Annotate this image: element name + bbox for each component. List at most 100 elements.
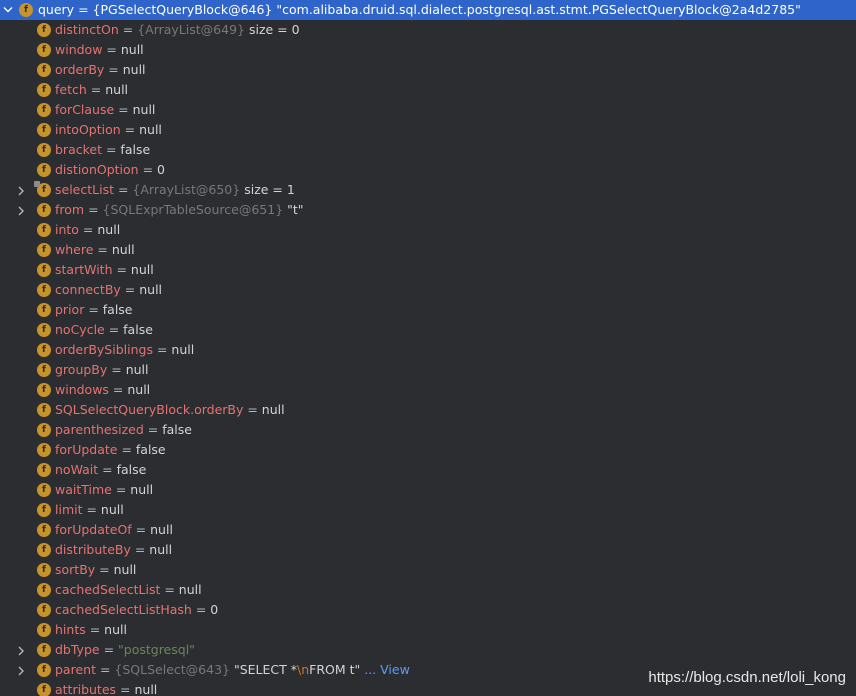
tree-row-field[interactable]: f orderBy = null (0, 60, 856, 80)
equals-sign: = (120, 282, 140, 297)
equals-sign: = (131, 522, 151, 537)
variable-name: prior (55, 302, 85, 317)
tree-row-text: hints = null (55, 620, 127, 640)
variable-name: into (55, 222, 79, 237)
variable-name: waitTime (55, 482, 112, 497)
variable-value: "com.alibaba.druid.sql.dialect.postgresq… (276, 2, 801, 17)
variable-name: parent (55, 662, 96, 677)
field-list: f distinctOn = {ArrayList@649} size = 0fw… (0, 20, 856, 696)
variable-value: null (105, 82, 129, 97)
field-icon: f (37, 263, 51, 277)
chevron-right-icon[interactable] (17, 640, 29, 660)
chevron-right-icon[interactable] (17, 200, 29, 220)
tree-row-field[interactable]: f forClause = null (0, 100, 856, 120)
tree-row-field[interactable]: f selectList = {ArrayList@650} size = 1 (0, 180, 856, 200)
chevron-down-icon[interactable] (3, 0, 15, 20)
tree-row-text: fetch = null (55, 80, 128, 100)
field-icon: f (37, 603, 51, 617)
equals-sign: = (120, 122, 140, 137)
tree-row-text: orderBySiblings = null (55, 340, 194, 360)
variable-value: false (135, 442, 166, 457)
tree-row-field[interactable]: f waitTime = null (0, 480, 856, 500)
variable-name: noWait (55, 462, 99, 477)
tree-row-field[interactable]: f sortBy = null (0, 560, 856, 580)
variable-ref: {SQLSelect@643} (114, 662, 230, 677)
variable-extra: size = 0 (248, 22, 300, 37)
field-icon: f (37, 163, 51, 177)
field-icon: f (37, 343, 51, 357)
field-icon: f (37, 43, 51, 57)
chevron-right-icon[interactable] (17, 660, 29, 680)
tree-row-field[interactable]: f where = null (0, 240, 856, 260)
tree-row-field[interactable]: f startWith = null (0, 260, 856, 280)
equals-sign: = (104, 322, 124, 337)
equals-sign: = (78, 222, 98, 237)
tree-row-field[interactable]: f hints = null (0, 620, 856, 640)
field-icon: f (37, 243, 51, 257)
field-icon: f (37, 423, 51, 437)
tree-row-field[interactable]: f intoOption = null (0, 120, 856, 140)
tree-row-text: from = {SQLExprTableSource@651} "t" (55, 200, 304, 220)
tree-row-field[interactable]: f fetch = null (0, 80, 856, 100)
tree-row-field[interactable]: f groupBy = null (0, 360, 856, 380)
field-icon: f (37, 543, 51, 557)
tree-row-field[interactable]: f parenthesized = false (0, 420, 856, 440)
tree-row-field[interactable]: f limit = null (0, 500, 856, 520)
tree-row-field[interactable]: f into = null (0, 220, 856, 240)
tree-row-field[interactable]: f bracket = false (0, 140, 856, 160)
lock-icon (34, 181, 40, 187)
variable-value: 0 (210, 602, 219, 617)
variable-value: null (178, 582, 202, 597)
tree-row-field[interactable]: f prior = false (0, 300, 856, 320)
variable-name: bracket (55, 142, 102, 157)
tree-row-text: into = null (55, 220, 120, 240)
tree-row-field[interactable]: f cachedSelectListHash = 0 (0, 600, 856, 620)
variable-name: distributeBy (55, 542, 131, 557)
tree-row-field[interactable]: f windows = null (0, 380, 856, 400)
field-icon: f (37, 303, 51, 317)
variable-value: null (132, 102, 156, 117)
variable-name: forClause (55, 102, 115, 117)
tree-row-field[interactable]: f SQLSelectQueryBlock.orderBy = null (0, 400, 856, 420)
tree-row-field[interactable]: f orderBySiblings = null (0, 340, 856, 360)
tree-row-field[interactable]: f noWait = false (0, 460, 856, 480)
equals-sign: = (160, 582, 179, 597)
field-icon: f (37, 283, 51, 297)
variable-value: false (123, 322, 153, 337)
tree-row-field[interactable]: f noCycle = false (0, 320, 856, 340)
equals-sign: = (107, 362, 126, 377)
equals-sign: = (98, 462, 117, 477)
variable-value: null (122, 62, 146, 77)
field-icon: f (37, 643, 51, 657)
chevron-right-icon[interactable] (17, 180, 29, 200)
equals-sign: = (95, 662, 115, 677)
tree-row-field[interactable]: f distionOption = 0 (0, 160, 856, 180)
view-link[interactable]: View (380, 662, 410, 677)
equals-sign: = (116, 682, 135, 696)
variable-name: noCycle (55, 322, 105, 337)
tree-row-query[interactable]: f query = {PGSelectQueryBlock@646} "com.… (0, 0, 856, 20)
equals-sign: = (102, 142, 121, 157)
tree-row-field[interactable]: f connectBy = null (0, 280, 856, 300)
tree-row-field[interactable]: f cachedSelectList = null (0, 580, 856, 600)
tree-row-field[interactable]: f distributeBy = null (0, 540, 856, 560)
parent-sql-value: "SELECT * (233, 662, 297, 677)
variable-name: distionOption (55, 162, 139, 177)
variable-name: selectList (55, 182, 114, 197)
variable-value: null (261, 402, 285, 417)
field-icon: f (37, 103, 51, 117)
tree-row-field[interactable]: f forUpdateOf = null (0, 520, 856, 540)
variable-name: startWith (55, 262, 113, 277)
tree-row-field[interactable]: f from = {SQLExprTableSource@651} "t" (0, 200, 856, 220)
variable-name: parenthesized (55, 422, 144, 437)
tree-row-field[interactable]: f dbType = "postgresql" (0, 640, 856, 660)
tree-row-field[interactable]: f forUpdate = false (0, 440, 856, 460)
tree-row-field[interactable]: f window = null (0, 40, 856, 60)
tree-row-field[interactable]: f distinctOn = {ArrayList@649} size = 0 (0, 20, 856, 40)
tree-row-text: orderBy = null (55, 60, 146, 80)
equals-sign: = (84, 202, 103, 217)
tree-row-text: intoOption = null (55, 120, 162, 140)
tree-row-text: windows = null (55, 380, 150, 400)
tree-row-text: cachedSelectList = null (55, 580, 202, 600)
tree-row-text: where = null (55, 240, 135, 260)
